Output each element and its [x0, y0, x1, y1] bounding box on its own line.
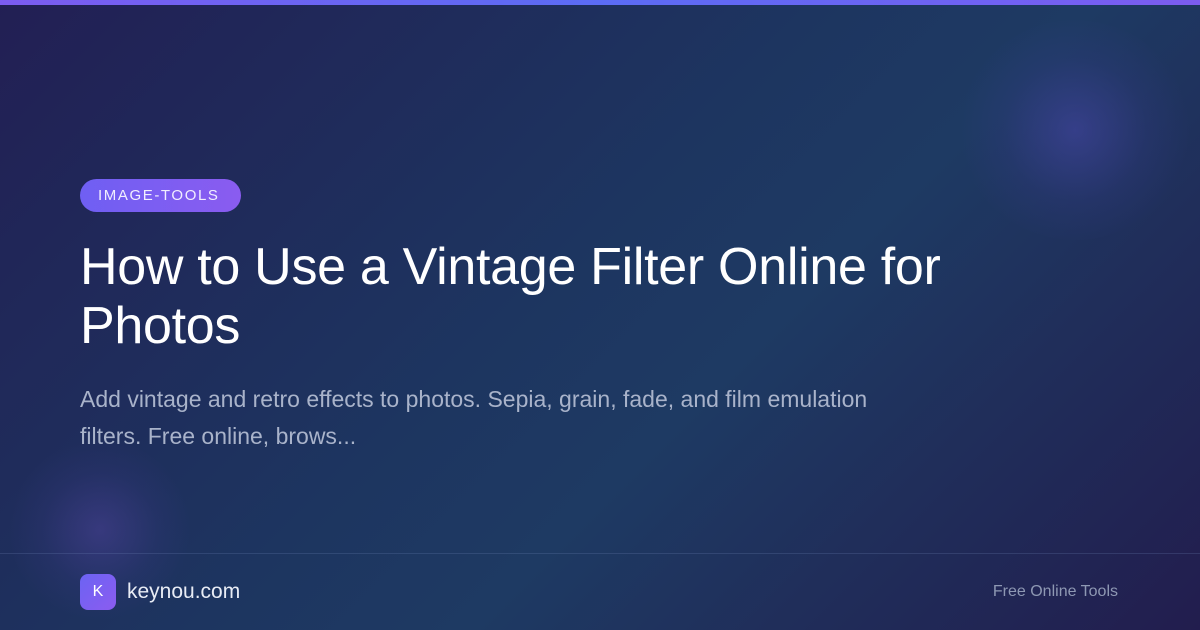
decorative-glow-top-right [960, 20, 1190, 240]
article-description: Add vintage and retro effects to photos.… [80, 386, 868, 449]
brand-name: keynou.com [127, 580, 241, 603]
brand-logo-icon: K [80, 574, 116, 610]
footer-divider [0, 553, 1200, 554]
category-badge: IMAGE-TOOLS [80, 179, 241, 212]
brand: K keynou.com [80, 574, 240, 610]
category-label: IMAGE-TOOLS [98, 187, 220, 204]
tagline: Free Online Tools [992, 583, 1118, 600]
top-accent-bar [0, 0, 1200, 5]
article-title: How to Use a Vintage Filter Online for P… [80, 238, 941, 355]
